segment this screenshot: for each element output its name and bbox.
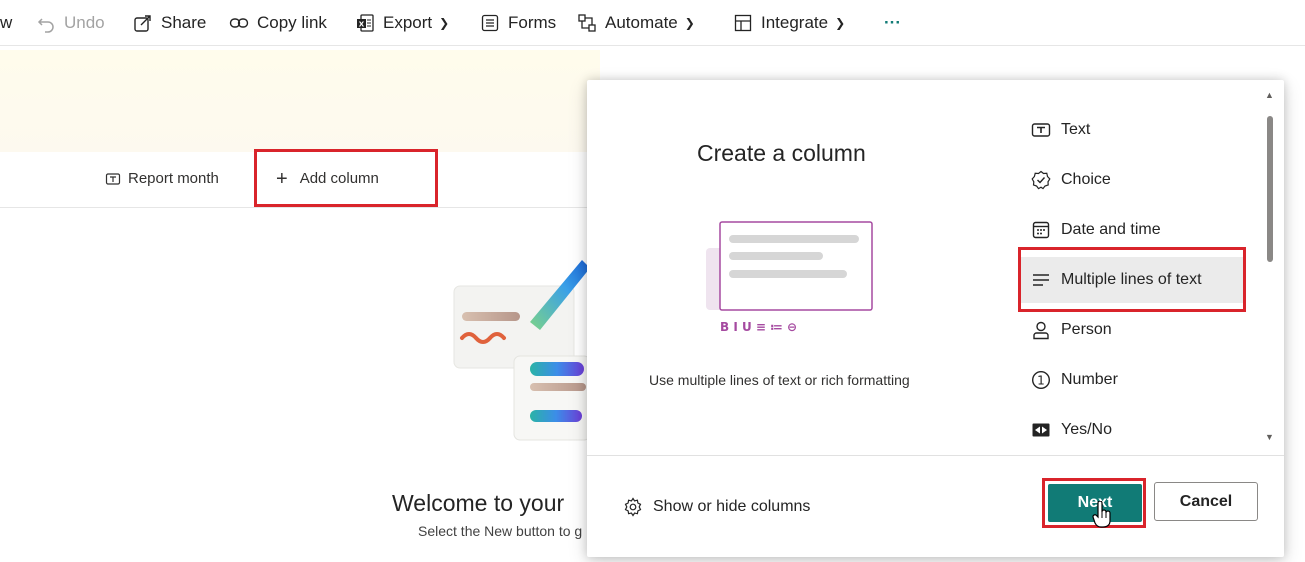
add-column-highlight	[254, 149, 438, 207]
chevron-down-icon: ❯	[835, 16, 846, 30]
scroll-up-arrow-icon[interactable]: ▲	[1265, 90, 1274, 100]
multiline-option-highlight	[1018, 247, 1246, 312]
copy-link-button[interactable]: Copy link	[229, 10, 327, 36]
share-button[interactable]: Share	[133, 10, 206, 36]
number-icon: 1	[1031, 370, 1051, 390]
scroll-down-arrow-icon[interactable]: ▼	[1265, 432, 1274, 442]
empty-list-illustration	[453, 260, 590, 441]
panel-footer: Show or hide columns Next Cancel	[587, 455, 1284, 557]
undo-button[interactable]: Undo	[36, 10, 105, 36]
cancel-button[interactable]: Cancel	[1154, 482, 1258, 521]
integrate-icon	[734, 14, 752, 32]
forms-button[interactable]: Forms	[480, 10, 556, 36]
calendar-icon	[1032, 221, 1050, 239]
column-type-yes-no[interactable]: Yes/No	[1019, 407, 1243, 453]
chevron-down-icon: ❯	[684, 16, 695, 30]
text-column-icon	[105, 172, 121, 185]
svg-text:X: X	[359, 21, 365, 29]
share-icon	[134, 15, 151, 32]
export-button[interactable]: X Export ❯	[355, 10, 449, 36]
svg-text:1: 1	[1037, 374, 1045, 388]
column-header-report-month[interactable]: Report month	[105, 170, 219, 187]
forms-icon	[481, 14, 499, 32]
gear-icon	[624, 497, 642, 517]
text-icon	[1031, 123, 1051, 137]
empty-state-subtitle: Select the New button to g	[418, 523, 583, 539]
multiline-preview-illustration: B I U ≡ ≔ ⊖	[706, 221, 873, 334]
show-hide-columns-link[interactable]: Show or hide columns	[623, 497, 810, 517]
person-icon	[1033, 321, 1049, 340]
integrate-button[interactable]: Integrate ❯	[733, 10, 845, 36]
empty-state-title: Welcome to your	[392, 490, 565, 516]
automate-button[interactable]: Automate ❯	[577, 10, 695, 36]
chevron-down-icon: ❯	[439, 16, 450, 30]
undo-icon	[37, 18, 54, 33]
column-type-person[interactable]: Person	[1019, 307, 1243, 353]
preview-format-toolbar: B I U ≡ ≔ ⊖	[720, 320, 797, 334]
excel-icon: X	[357, 14, 374, 32]
command-bar: w Undo Share Copy link X Export ❯ Forms …	[0, 0, 1305, 46]
column-type-number[interactable]: 1 Number	[1019, 357, 1243, 403]
hand-cursor-icon	[1092, 501, 1111, 528]
panel-title: Create a column	[697, 140, 866, 166]
create-column-panel: Create a column B I U ≡ ≔ ⊖ Use multiple…	[587, 80, 1284, 557]
yes-no-icon	[1032, 423, 1050, 437]
automate-icon	[578, 14, 596, 32]
link-icon	[229, 18, 249, 28]
column-type-text[interactable]: Text	[1019, 107, 1243, 153]
scrollbar-thumb[interactable]	[1267, 116, 1273, 262]
column-type-choice[interactable]: Choice	[1019, 157, 1243, 203]
panel-description: Use multiple lines of text or rich forma…	[649, 372, 910, 388]
type-list-scrollbar[interactable]: ▲ ▼	[1262, 88, 1278, 448]
list-header-banner	[0, 50, 600, 152]
more-commands-button[interactable]: ···	[884, 10, 901, 36]
new-button-partial[interactable]: w	[0, 10, 12, 36]
choice-icon	[1031, 170, 1051, 190]
